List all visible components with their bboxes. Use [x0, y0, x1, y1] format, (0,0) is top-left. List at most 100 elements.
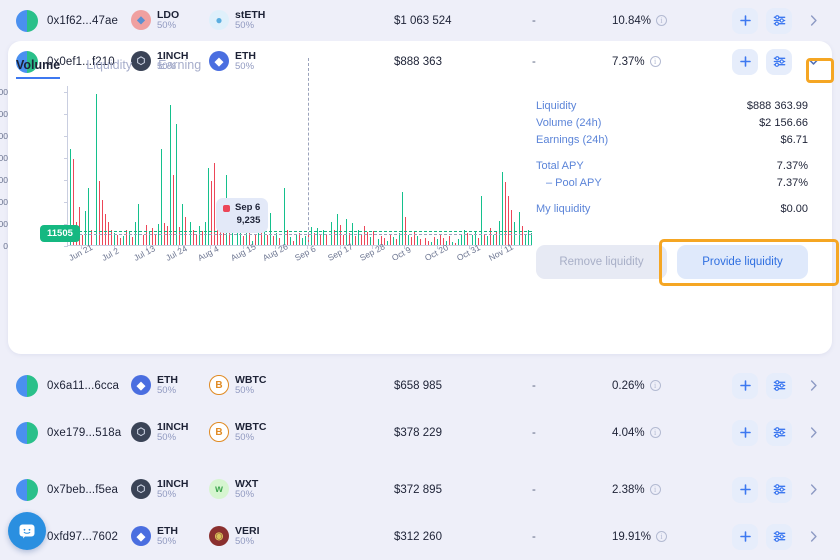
chart-y-tick — [64, 91, 68, 93]
pool-settings-button[interactable] — [766, 7, 792, 34]
token-share: 50% — [157, 489, 177, 501]
token-text: LDO 50% — [157, 9, 179, 32]
pool-row[interactable]: 0xfd97...7602 ◆ ETH 50% ◉ VERI 50% $312 260 - 19.… — [0, 516, 840, 557]
stat-value: $0.00 — [780, 203, 808, 215]
collapse-row-button[interactable] — [800, 49, 826, 75]
chart-x-tick-label: Aug 4 — [196, 243, 221, 263]
pool-pair-badge-icon — [16, 478, 38, 501]
pool-row[interactable]: 0x6a11...6cca ◆ ETH 50% B WBTC 50% $658 985 - 0.2… — [0, 365, 840, 406]
add-liquidity-button[interactable] — [732, 523, 758, 550]
add-liquidity-button[interactable] — [732, 48, 758, 75]
token-text: 1INCH 50% — [157, 421, 189, 444]
chart-y-tick — [64, 246, 68, 247]
chat-bubble-button[interactable] — [8, 512, 46, 550]
chart-tooltip: Sep 6 9,235 — [216, 198, 269, 233]
info-icon[interactable]: i — [656, 531, 668, 542]
sliders-icon — [773, 56, 785, 67]
chart-x-tick-label: Oct 9 — [390, 244, 413, 263]
token-text: WBTC 50% — [235, 374, 267, 397]
pool-settings-button[interactable] — [766, 48, 792, 75]
pool-volume-value: - — [532, 426, 536, 439]
expand-row-button[interactable] — [800, 524, 826, 550]
chevron-right-icon — [810, 380, 817, 391]
chart-tab-liquidity[interactable]: Liquidity — [86, 58, 132, 79]
stat-label: Volume (24h) — [536, 117, 602, 129]
chart-tabs: Volume Liquidity Earning — [16, 58, 201, 79]
tooltip-marker-icon — [223, 204, 230, 212]
steth-token-icon: ● — [209, 10, 229, 31]
pool-volume-value: - — [532, 483, 536, 496]
stat-label: Liquidity — [536, 100, 577, 112]
add-liquidity-button[interactable] — [732, 372, 758, 399]
info-icon[interactable]: i — [649, 56, 661, 67]
pool-row[interactable]: 0xe179...518a ⬡ 1INCH 50% B WBTC 50% $378 229 - 4… — [0, 412, 840, 453]
info-icon[interactable]: i — [649, 380, 661, 391]
token-share: 50% — [157, 385, 177, 397]
token-text: ETH 50% — [157, 374, 178, 397]
expand-row-button[interactable] — [800, 8, 826, 34]
pool-apy-value: 10.84% i — [612, 15, 732, 27]
expand-row-button[interactable] — [800, 420, 826, 446]
pool-apy-text: 10.84% — [612, 14, 652, 27]
add-liquidity-button[interactable] — [732, 476, 758, 503]
stats-spacer — [536, 151, 808, 160]
stat-value: 7.37% — [776, 177, 808, 189]
tooltip-date: Sep 6 — [235, 202, 261, 213]
token-share: 50% — [157, 536, 177, 548]
pool-liquidity-value: $658 985 — [394, 379, 442, 392]
plus-icon — [739, 484, 751, 495]
pool-address: 0x1f62...47ae — [47, 14, 118, 27]
chevron-right-icon — [810, 15, 817, 26]
info-icon[interactable]: i — [649, 484, 661, 495]
remove-liquidity-button[interactable]: Remove liquidity — [536, 245, 667, 279]
chat-bubble-icon — [19, 524, 35, 539]
chart-plot-area[interactable] — [64, 58, 534, 249]
pool-liquidity-value: $1 063 524 — [394, 14, 452, 27]
pool-address: 0x6a11...6cca — [47, 379, 120, 392]
info-icon[interactable]: i — [649, 427, 661, 438]
volume-chart: 140,000 120,000 100,000 80,000 60,000 40,000 2… — [0, 58, 534, 271]
1inch-token-icon: ⬡ — [131, 422, 151, 443]
pool-pair: 0x1f62...47ae — [16, 9, 126, 32]
pool-volume-value: - — [532, 379, 536, 392]
pool-settings-button[interactable] — [766, 523, 792, 550]
pool-token-wbtc: B WBTC 50% — [209, 421, 269, 444]
token-text: ETH 50% — [157, 525, 178, 548]
chart-y-tick-label: 80,000 — [0, 152, 8, 163]
pool-settings-button[interactable] — [766, 419, 792, 446]
stat-row: Liquidity $888 363.99 — [536, 100, 808, 112]
expand-row-button[interactable] — [800, 477, 826, 503]
plus-icon — [739, 56, 751, 67]
pool-row-actions — [732, 476, 826, 503]
token-share: 50% — [157, 20, 177, 32]
pool-token-eth: ◆ ETH 50% — [131, 525, 191, 548]
liquidity-actions: Remove liquidity Provide liquidity — [536, 245, 808, 279]
pool-row-actions — [732, 7, 826, 34]
pool-apy-value: 0.26% i — [612, 380, 732, 392]
expand-row-button[interactable] — [800, 373, 826, 399]
pool-row[interactable]: 0x1f62...47ae ◆ LDO 50% ● stETH 50% $1 063 524 -… — [0, 0, 840, 41]
chart-tab-earning[interactable]: Earning — [158, 58, 201, 79]
chart-tab-volume[interactable]: Volume — [16, 58, 61, 79]
pool-row[interactable]: 0x7beb...f5ea ⬡ 1INCH 50% w WXT 50% $372 895 - 2.… — [0, 469, 840, 510]
stat-label: – Pool APY — [546, 177, 602, 189]
token-share: 50% — [235, 385, 255, 397]
chart-reference-line — [69, 231, 532, 233]
pool-settings-button[interactable] — [766, 476, 792, 503]
pool-apy-value: 7.37% i — [612, 56, 732, 68]
pool-row-actions — [732, 523, 826, 550]
pool-address: 0xfd97...7602 — [47, 530, 118, 543]
pool-liquidity-value: $378 229 — [394, 426, 442, 439]
pool-token-1inch: ⬡ 1INCH 50% — [131, 421, 191, 444]
chart-y-tick-label: 140,000 — [0, 86, 8, 97]
chevron-right-icon — [810, 484, 817, 495]
chart-y-tick-label: 120,000 — [0, 108, 8, 119]
pool-list-page: 0x1f62...47ae ◆ LDO 50% ● stETH 50% $1 063 524 -… — [0, 0, 840, 560]
add-liquidity-button[interactable] — [732, 419, 758, 446]
add-liquidity-button[interactable] — [732, 7, 758, 34]
stat-label: Total APY — [536, 160, 584, 172]
token-text: WBTC 50% — [235, 421, 267, 444]
info-icon[interactable]: i — [656, 15, 668, 26]
pool-settings-button[interactable] — [766, 372, 792, 399]
provide-liquidity-button[interactable]: Provide liquidity — [677, 245, 808, 279]
